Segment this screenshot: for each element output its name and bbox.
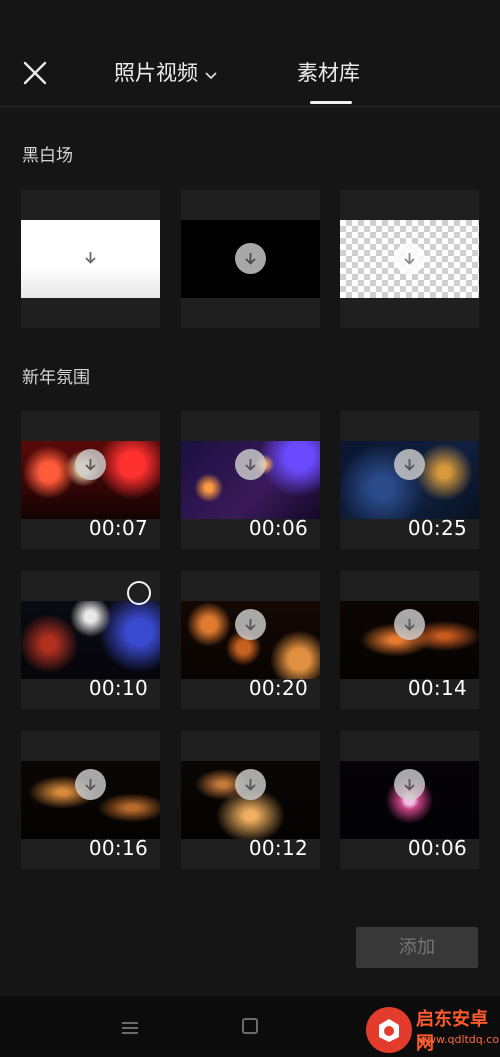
material-card-white[interactable] bbox=[21, 190, 160, 328]
tab-material-library-label: 素材库 bbox=[297, 61, 360, 85]
duration-label: 00:14 bbox=[407, 676, 467, 700]
material-card-fireworks-5[interactable]: 00:20 bbox=[181, 571, 320, 709]
material-card-fireworks-4[interactable]: 00:10 bbox=[21, 571, 160, 709]
download-icon[interactable] bbox=[394, 769, 425, 800]
download-icon[interactable] bbox=[394, 243, 425, 274]
close-button[interactable] bbox=[20, 58, 50, 88]
download-icon[interactable] bbox=[394, 609, 425, 640]
section-title-new-year: 新年氛围 bbox=[22, 368, 90, 388]
download-icon[interactable] bbox=[235, 449, 266, 480]
duration-label: 00:25 bbox=[407, 516, 467, 540]
chevron-down-icon bbox=[204, 59, 218, 89]
add-button[interactable]: 添加 bbox=[356, 927, 478, 968]
duration-label: 00:06 bbox=[248, 516, 308, 540]
download-icon[interactable] bbox=[75, 449, 106, 480]
material-card-fireworks-8[interactable]: 00:12 bbox=[181, 731, 320, 869]
home-icon[interactable] bbox=[242, 1018, 258, 1034]
tab-photos-videos[interactable]: 照片视频 bbox=[114, 58, 218, 89]
menu-icon[interactable] bbox=[120, 1020, 140, 1040]
download-icon[interactable] bbox=[235, 609, 266, 640]
material-card-transparent[interactable] bbox=[340, 190, 479, 328]
select-circle-icon[interactable] bbox=[127, 581, 151, 605]
download-icon[interactable] bbox=[235, 243, 266, 274]
tab-photos-videos-label: 照片视频 bbox=[114, 61, 198, 85]
duration-label: 00:20 bbox=[248, 676, 308, 700]
duration-label: 00:06 bbox=[407, 836, 467, 860]
download-icon[interactable] bbox=[75, 769, 106, 800]
watermark-name: 启东安卓网 bbox=[416, 1009, 488, 1054]
duration-label: 00:10 bbox=[88, 676, 148, 700]
duration-label: 00:07 bbox=[88, 516, 148, 540]
thumbnail-white-blue-fireworks bbox=[21, 601, 160, 679]
watermark: 启东安卓网 www.qdltdq.com bbox=[360, 1005, 500, 1055]
material-card-fireworks-6[interactable]: 00:14 bbox=[340, 571, 479, 709]
material-card-fireworks-3[interactable]: 00:25 bbox=[340, 411, 479, 549]
download-icon[interactable] bbox=[394, 449, 425, 480]
watermark-logo-icon bbox=[366, 1007, 412, 1053]
duration-label: 00:16 bbox=[88, 836, 148, 860]
material-card-fireworks-2[interactable]: 00:06 bbox=[181, 411, 320, 549]
tab-material-library[interactable]: 素材库 bbox=[297, 58, 360, 88]
download-icon[interactable] bbox=[75, 242, 106, 273]
active-tab-indicator bbox=[310, 101, 352, 104]
material-card-fireworks-1[interactable]: 00:07 bbox=[21, 411, 160, 549]
material-card-black[interactable] bbox=[181, 190, 320, 328]
section-title-black-white: 黑白场 bbox=[22, 146, 73, 166]
duration-label: 00:12 bbox=[248, 836, 308, 860]
material-card-fireworks-9[interactable]: 00:06 bbox=[340, 731, 479, 869]
top-bar: 照片视频 素材库 bbox=[0, 0, 500, 107]
close-icon[interactable] bbox=[20, 58, 50, 88]
download-icon[interactable] bbox=[235, 769, 266, 800]
watermark-url: www.qdltdq.com bbox=[418, 1033, 500, 1046]
material-card-fireworks-7[interactable]: 00:16 bbox=[21, 731, 160, 869]
